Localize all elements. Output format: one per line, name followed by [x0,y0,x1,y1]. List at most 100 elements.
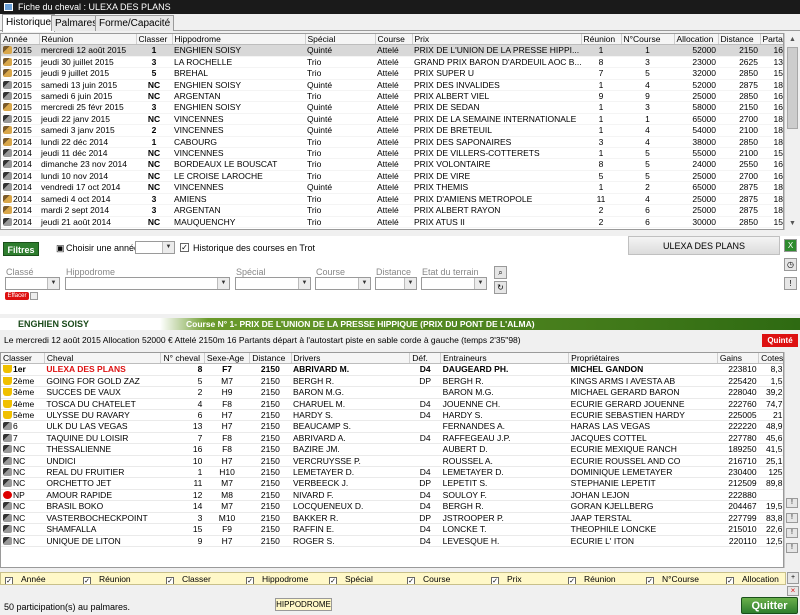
scroll-up-icon[interactable]: ▲ [785,33,800,46]
history-row[interactable]: 2015 mercredi 12 août 2015 1 ENGHIEN SOISY Q… [1,44,783,57]
stopwatch-icon[interactable]: ◷ [784,258,797,271]
runner-row[interactable]: NC UNIQUE DE LITON 9 H7 2150 ROGER S. D4 LEVESQ… [1,535,783,547]
refresh-icon[interactable]: ↻ [494,281,507,294]
history-col-header[interactable]: N°Course [621,34,675,46]
history-col-header[interactable]: Partants [760,34,783,46]
column-filter-toggle[interactable]: ✓ Classer [166,574,211,584]
tab-forme-capacite[interactable]: Forme/Capacité [95,15,175,31]
column-filter-toggle[interactable]: ✓ Course [407,574,450,584]
hippodrome-button[interactable]: HIPPODROME [275,598,332,611]
runners-scrollbar[interactable]: ! ! ! ! [784,352,799,568]
tab-historique[interactable]: Historique [2,14,56,32]
history-col-header[interactable]: Réunion [581,34,622,46]
tab-palmares[interactable]: Palmares [51,15,102,31]
runners-col-header[interactable]: Cotes [758,353,783,365]
runner-row[interactable]: 4ème TOSCA DU CHATELET 4 F8 2150 CHARUEL M. D4… [1,398,783,411]
history-row[interactable]: 2014 dimanche 23 nov 2014 NC BORDEAUX LE BO… [1,158,783,171]
runner-row[interactable]: NP AMOUR RAPIDE 12 M8 2150 NIVARD F. D4 SOULOY … [1,489,783,502]
checkbox-icon[interactable]: ✓ [83,577,91,584]
terrain-select[interactable]: ▼ [421,277,487,290]
runner-row[interactable]: NC UNDICI 10 H7 2150 VERCRUYSSE P. ROUSSEL A. E… [1,455,783,468]
runner-row[interactable]: NC BRASIL BOKO 14 M7 2150 LOCQUENEUX D. D4 BERG… [1,500,783,513]
checkbox-icon[interactable]: ✓ [5,577,13,584]
column-filter-toggle[interactable]: ✓ Spécial [329,574,373,584]
alert-icon[interactable]: ! [784,277,797,290]
history-row[interactable]: 2014 samedi 4 oct 2014 3 AMIENS Trio Attelé PR… [1,193,783,206]
column-filter-toggle[interactable]: ✓ Allocation [726,574,779,584]
column-filter-toggle[interactable]: ✓ Réunion [568,574,616,584]
quinte-button[interactable]: Quinté [762,334,798,347]
runners-col-header[interactable]: Entraineurs [440,353,570,365]
history-row[interactable]: 2014 lundi 22 déc 2014 1 CABOURG Trio Attelé P… [1,136,783,149]
history-row[interactable]: 2015 jeudi 30 juillet 2015 3 LA ROCHELLE Tri… [1,56,783,69]
runner-row[interactable]: 7 TAQUINE DU LOISIR 7 F8 2150 ABRIVARD A. D4 RA… [1,432,783,445]
runners-col-header[interactable]: Sexe-Age [204,353,251,365]
reset-filter-button[interactable]: Effacer [5,292,29,300]
runners-col-header[interactable]: Distance [249,353,292,365]
runner-row[interactable]: NC REAL DU FRUITIER 1 H10 2150 LEMETAYER D. D4… [1,466,783,479]
runners-col-header[interactable]: Déf. [409,353,442,365]
runners-col-header[interactable]: Gains [717,353,760,365]
history-col-header[interactable]: Spécial [305,34,376,46]
history-row[interactable]: 2014 lundi 11 août 20143DIEPPETrioAtteléP… [1,227,783,229]
history-row[interactable]: 2014 mardi 2 sept 2014 3 ARGENTAN Trio Attelé… [1,204,783,217]
scroll-thumb[interactable] [787,47,798,129]
history-col-header[interactable]: Hippodrome [172,34,306,46]
alert-icon[interactable]: ! [786,528,798,538]
runners-col-header[interactable]: Classer [1,353,45,365]
checkbox-icon[interactable]: ✓ [246,577,254,584]
expand-icon[interactable] [30,292,38,300]
history-col-header[interactable]: Réunion [39,34,137,46]
history-row[interactable]: 2014 lundi 10 nov 2014 NC LE CROISE LAROCHE… [1,170,783,183]
history-row[interactable]: 2015 samedi 13 juin 2015 NC ENGHIEN SOISY Qu… [1,79,783,92]
runners-col-header[interactable]: Propriétaires [568,353,718,365]
checkbox-icon[interactable]: ✓ [166,577,174,584]
runner-row[interactable]: 5ème ULYSSE DU RAVARY 6 H7 2150 HARDY S. D4 HAR… [1,409,783,422]
checkbox-icon[interactable]: ✓ [491,577,499,584]
runner-row[interactable]: NC THESSALIENNE 16 F8 2150 BAZIRE JM. AUBERT D… [1,443,783,456]
column-filter-toggle[interactable]: ✓ Année [5,574,46,584]
runner-row[interactable]: NC ORCHETTO JET 11 M7 2150 VERBEECK J. DP LEPET… [1,477,783,490]
alert-icon[interactable]: ! [786,513,798,523]
checkbox-icon[interactable]: ✓ [329,577,337,584]
history-row[interactable]: 2015 samedi 6 juin 2015 NC ARGENTAN Trio Atte… [1,90,783,103]
runner-row[interactable]: NC VASTERBOCHECKPOINT 3 M10 2150 BAKKER R. DP J… [1,512,783,525]
search-icon[interactable]: ⌕ [494,266,507,279]
history-col-header[interactable]: Prix [412,34,582,46]
close-icon[interactable]: × [787,586,799,596]
runners-col-header[interactable]: N° cheval [160,353,205,365]
runner-row[interactable]: 6 ULK DU LAS VEGAS 13 H7 2150 BEAUCAMP S. FERN… [1,420,783,433]
classe-select[interactable]: ▼ [5,277,60,290]
runners-col-header[interactable]: Drivers [291,353,411,365]
alert-icon[interactable]: ! [786,498,798,508]
checkbox-icon[interactable]: ✓ [407,577,415,584]
distance-select[interactable]: ▼ [375,277,417,290]
checkbox-icon[interactable]: ✓ [726,577,734,584]
column-filter-toggle[interactable]: ✓ Hippodrome [246,574,308,584]
checkbox-icon[interactable]: ✓ [568,577,576,584]
history-col-header[interactable]: Année [1,34,40,46]
hippodrome-select[interactable]: ▼ [65,277,230,290]
special-select[interactable]: ▼ [235,277,311,290]
history-trot-checkbox[interactable]: ✓ [180,243,189,252]
runner-row[interactable]: 2ème GOING FOR GOLD ZAZ 5 M7 2150 BERGH R. DP B… [1,375,783,388]
year-select[interactable]: ▼ [135,241,175,254]
alert-icon[interactable]: ! [786,543,798,553]
history-row[interactable]: 2015 jeudi 22 janv 2015 NC VINCENNES Quinté A… [1,113,783,126]
history-row[interactable]: 2014 jeudi 11 déc 2014 NC VINCENNES Trio Atte… [1,147,783,160]
course-select[interactable]: ▼ [315,277,371,290]
history-row[interactable]: 2014 vendredi 17 oct 2014 NC VINCENNES Quint… [1,181,783,194]
history-col-header[interactable]: Classer [136,34,173,46]
add-column-icon[interactable]: + [787,572,799,584]
runner-row[interactable]: 3ème SUCCES DE VAUX 2 H9 2150 BARON M.G. BARON… [1,386,783,399]
runner-row[interactable]: 1er ULEXA DES PLANS 8 F7 2150 ABRIVARD M. D4 DA… [1,363,783,376]
history-col-header[interactable]: Course [375,34,413,46]
column-filter-toggle[interactable]: ✓ N°Course [646,574,699,584]
column-filter-toggle[interactable]: ✓ Réunion [83,574,131,584]
history-row[interactable]: 2015 jeudi 9 juillet 2015 5 BREHAL Trio Attel… [1,67,783,80]
filtres-button[interactable]: Filtres [3,242,39,256]
history-row[interactable]: 2015 mercredi 25 févr 2015 3 ENGHIEN SOISY Q… [1,101,783,114]
history-col-header[interactable]: Allocation [674,34,719,46]
history-row[interactable]: 2014 jeudi 21 août 2014 NC MAUQUENCHY Trio At… [1,216,783,228]
quit-button[interactable]: Quitter [741,597,798,614]
